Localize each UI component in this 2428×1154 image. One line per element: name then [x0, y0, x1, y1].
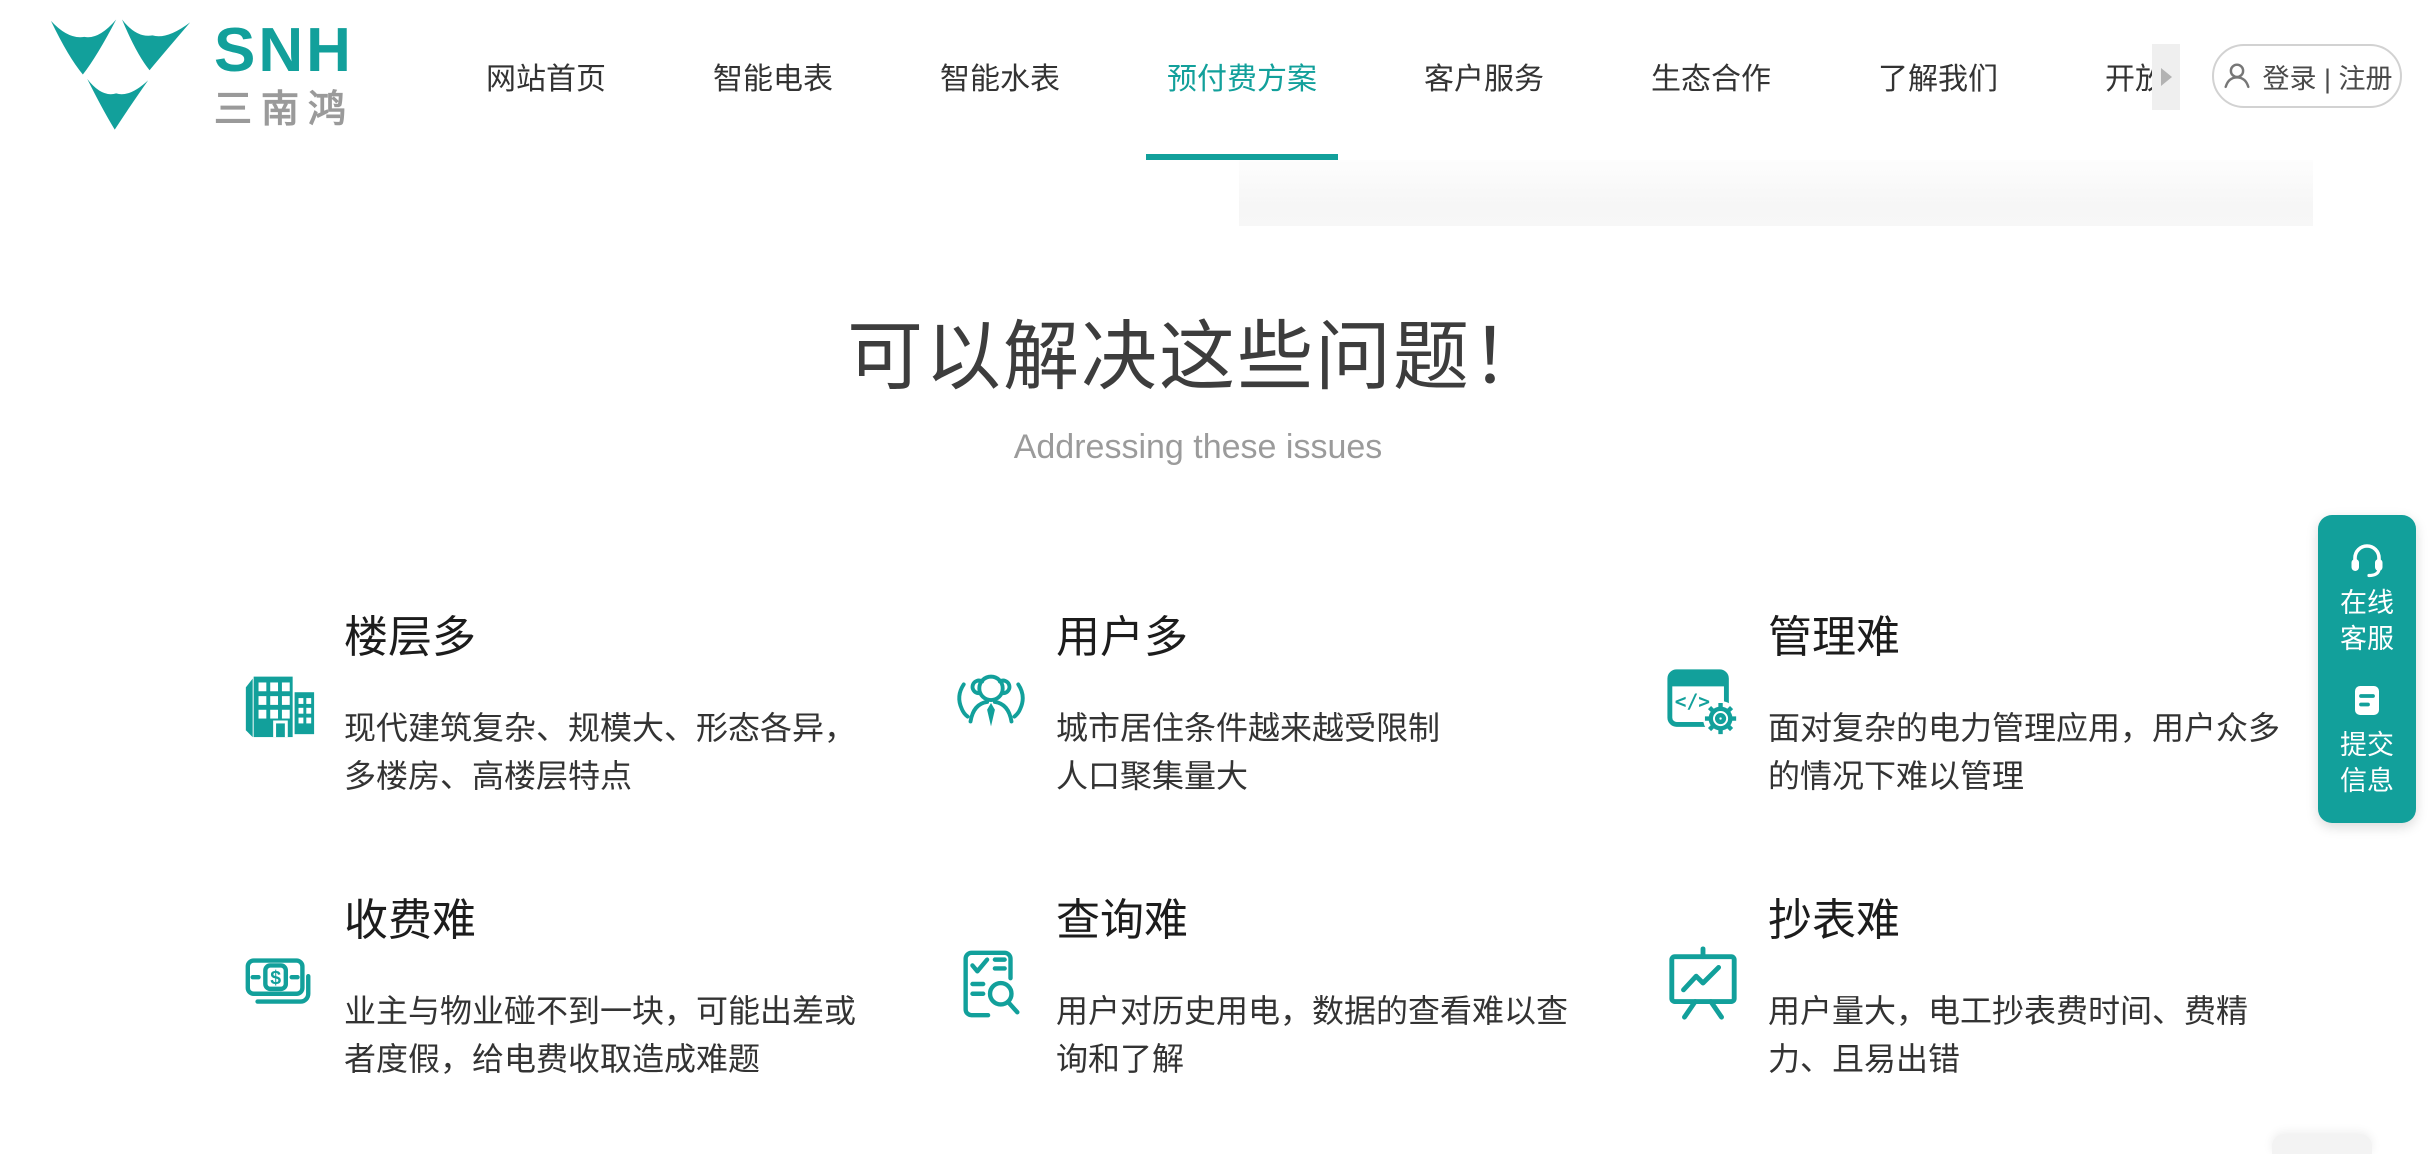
problem-cards-grid: 楼层多 现代建筑复杂、规模大、形态各异， 多楼房、高楼层特点 用户多 城市居住条… — [240, 612, 2376, 1083]
section-header: 可以解决这些问题！ Addressing these issues — [0, 312, 2396, 467]
svg-text:</>: </> — [1675, 690, 1710, 713]
card-title: 收费难 — [344, 895, 926, 947]
nav-item-home[interactable]: 网站首页 — [486, 0, 606, 160]
nav-item-customer-service[interactable]: 客户服务 — [1424, 0, 1544, 160]
nav-item-eco-cooperation[interactable]: 生态合作 — [1651, 0, 1771, 160]
section-subtitle: Addressing these issues — [0, 428, 2396, 467]
logo-brand-cn: 三南鸿 — [214, 88, 355, 132]
floating-contact-widget: 在线客服 提交信息 — [2318, 515, 2416, 823]
card-floors: 楼层多 现代建筑复杂、规模大、形态各异， 多楼房、高楼层特点 — [240, 612, 952, 895]
card-query: 查询难 用户对历史用电，数据的查看难以查 询和了解 — [952, 895, 1664, 1083]
section-title: 可以解决这些问题！ — [0, 312, 2396, 404]
svg-text:$: $ — [270, 967, 281, 989]
user-icon — [2221, 60, 2253, 92]
card-fee-collection: $ 收费难 业主与物业碰不到一块，可能出差或 者度假，给电费收取造成难题 — [240, 895, 952, 1083]
nav-item-prepaid-solution[interactable]: 预付费方案 — [1167, 0, 1317, 160]
card-title: 抄表难 — [1768, 895, 2350, 947]
card-title: 管理难 — [1768, 612, 2350, 664]
online-service-label: 在线客服 — [2338, 585, 2396, 657]
nav-item-smart-water-meter[interactable]: 智能水表 — [940, 0, 1060, 160]
meter-chart-icon — [1664, 945, 1742, 1023]
snh-bird-logo-icon — [46, 18, 198, 134]
nav-scroll-strip[interactable] — [2152, 44, 2180, 110]
chevron-right-icon — [2161, 68, 2172, 86]
logo-brand-en: SNH — [214, 20, 355, 82]
card-title: 用户多 — [1056, 612, 1638, 664]
search-list-icon — [952, 945, 1030, 1023]
dropdown-panel-remnant — [1239, 160, 2313, 226]
card-desc: 面对复杂的电力管理应用，用户众多 的情况下难以管理 — [1768, 704, 2350, 800]
card-desc: 现代建筑复杂、规模大、形态各异， 多楼房、高楼层特点 — [344, 704, 926, 800]
card-desc: 用户对历史用电，数据的查看难以查 询和了解 — [1056, 987, 1638, 1083]
submit-info-label: 提交信息 — [2338, 727, 2396, 799]
building-icon — [240, 662, 318, 740]
card-meter-reading: 抄表难 用户量大，电工抄表费时间、费精 力、且易出错 — [1664, 895, 2376, 1083]
code-gear-icon: </> — [1664, 662, 1742, 740]
login-label: 登录 | 注册 — [2262, 57, 2392, 96]
login-register-button[interactable]: 登录 | 注册 — [2212, 44, 2402, 108]
online-service-button[interactable]: 在线客服 — [2338, 539, 2396, 657]
card-title: 查询难 — [1056, 895, 1638, 947]
submit-info-button[interactable]: 提交信息 — [2338, 681, 2396, 799]
users-icon — [952, 662, 1030, 740]
card-desc: 城市居住条件越来越受限制 人口聚集量大 — [1056, 704, 1638, 800]
card-management: </> 管理难 面对复杂的电力管理应用，用户众多 的情况下难以管理 — [1664, 612, 2376, 895]
nav-item-about-us[interactable]: 了解我们 — [1878, 0, 1998, 160]
card-desc: 业主与物业碰不到一块，可能出差或 者度假，给电费收取造成难题 — [344, 987, 926, 1083]
headset-icon — [2347, 539, 2387, 579]
form-icon — [2347, 681, 2387, 721]
site-header: SNH 三南鸿 网站首页 智能电表 智能水表 预付费方案 客户服务 生态合作 了… — [0, 0, 2428, 160]
card-desc: 用户量大，电工抄表费时间、费精 力、且易出错 — [1768, 987, 2350, 1083]
logo[interactable]: SNH 三南鸿 — [46, 18, 355, 134]
money-icon: $ — [240, 945, 318, 1023]
card-title: 楼层多 — [344, 612, 926, 664]
main-nav: 网站首页 智能电表 智能水表 预付费方案 客户服务 生态合作 了解我们 开放 — [486, 0, 2165, 160]
card-users: 用户多 城市居住条件越来越受限制 人口聚集量大 — [952, 612, 1664, 895]
nav-item-smart-electric-meter[interactable]: 智能电表 — [713, 0, 833, 160]
scroll-top-button-peek[interactable] — [2272, 1134, 2372, 1154]
